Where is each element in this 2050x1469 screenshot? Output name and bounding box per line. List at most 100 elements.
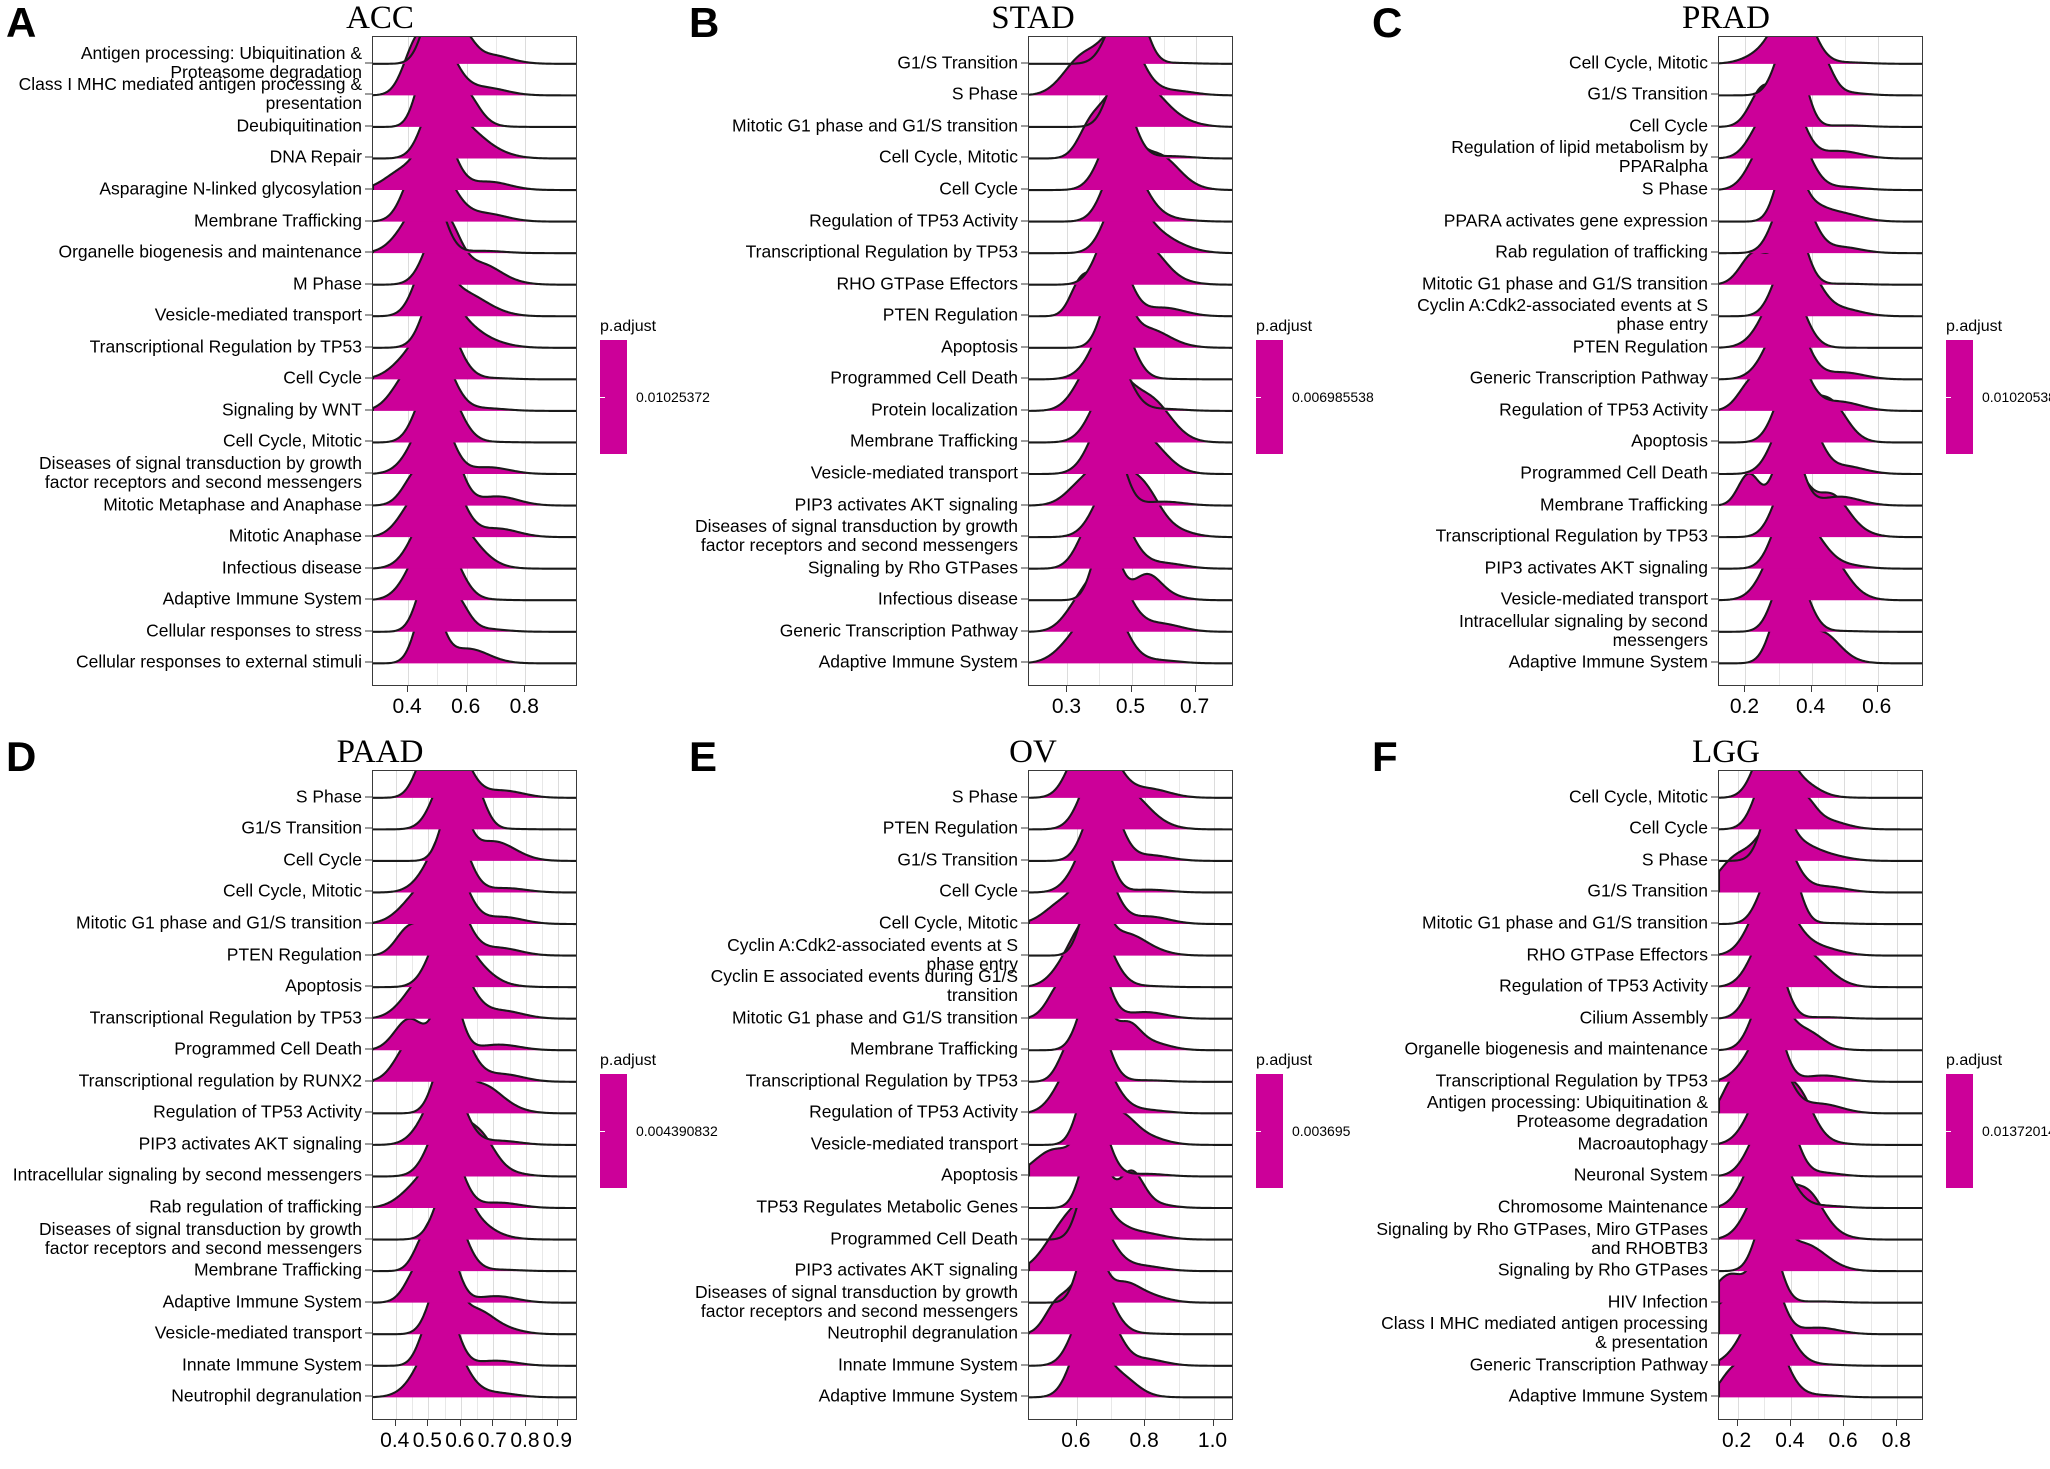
category-label: G1/S Transition <box>897 849 1018 870</box>
category-tick-mark <box>365 472 372 474</box>
category-tick-mark <box>365 377 372 379</box>
category-label: Vesicle-mediated transport <box>1500 588 1708 609</box>
category-label: Generic Transcription Pathway <box>1469 367 1708 388</box>
legend-colorbar-wrap: 0.01025372 <box>600 340 710 454</box>
category-label: Regulation of TP53 Activity <box>809 1101 1018 1122</box>
category-tick-mark <box>365 1238 372 1240</box>
category-tick-mark <box>365 1048 372 1050</box>
category-label: Organelle biogenesis and maintenance <box>1404 1038 1708 1059</box>
ridge-density-curves <box>1029 37 1232 665</box>
category-label: Innate Immune System <box>182 1354 362 1375</box>
x-tick-label: 0.6 <box>451 695 481 718</box>
category-label: Infectious disease <box>877 588 1018 609</box>
legend-title: p.adjust <box>1256 1052 1313 1069</box>
category-tick-mark <box>365 251 372 253</box>
ridge-fill <box>1029 37 1232 64</box>
category-label: Diseases of signal transduction by growt… <box>39 453 362 492</box>
category-label: Adaptive Immune System <box>818 1385 1018 1406</box>
category-label: Cell Cycle, Mitotic <box>878 912 1018 933</box>
legend-padjust-lgg: p.adjust 0.01372014 <box>1946 1052 2050 1188</box>
category-label: DNA Repair <box>269 146 362 167</box>
category-label: Class I MHC mediated antigen processing … <box>18 74 362 114</box>
legend-notch-left <box>1256 397 1261 398</box>
category-tick-mark <box>365 1301 372 1303</box>
category-tick-mark <box>1021 125 1028 127</box>
x-tick-mark <box>1066 686 1068 692</box>
category-label: M Phase <box>292 273 362 294</box>
category-label: Cilium Assembly <box>1579 1007 1708 1028</box>
category-label: Macroautophagy <box>1577 1133 1708 1154</box>
category-tick-mark <box>365 922 372 924</box>
category-tick-mark <box>1021 314 1028 316</box>
category-label: Cell Cycle <box>283 849 362 870</box>
category-label: Cell Cycle <box>939 178 1018 199</box>
x-tick-mark <box>1194 686 1196 692</box>
category-tick-mark <box>365 630 372 632</box>
category-label: Cell Cycle, Mitotic <box>878 146 1018 167</box>
x-tick-mark <box>1896 1420 1898 1426</box>
category-tick-mark <box>365 283 372 285</box>
legend-title: p.adjust <box>1946 318 2003 335</box>
category-tick-mark <box>1711 1364 1718 1366</box>
category-tick-mark <box>1021 922 1028 924</box>
x-tick-label: 0.5 <box>412 1429 442 1452</box>
category-tick-mark <box>1711 598 1718 600</box>
x-tick-mark <box>465 686 467 692</box>
category-label: Vesicle-mediated transport <box>154 1322 362 1343</box>
legend-padjust-stad: p.adjust 0.006985538 <box>1256 318 1374 454</box>
panel-paad: D PAAD S Phase G1/S Transition Cell Cycle Cel… <box>0 734 718 1468</box>
ridge-fill <box>373 37 576 64</box>
category-label: PIP3 activates AKT signaling <box>794 494 1018 515</box>
legend-colorbar-wrap: 0.01372014 <box>1946 1074 2050 1188</box>
category-label: PIP3 activates AKT signaling <box>138 1133 362 1154</box>
category-tick-mark <box>1021 954 1028 956</box>
panel-title-stad: STAD <box>991 0 1075 36</box>
category-label: Transcriptional Regulation by TP53 <box>89 336 362 357</box>
x-tick-mark <box>1843 1420 1845 1426</box>
category-tick-mark <box>365 1017 372 1019</box>
category-tick-mark <box>1021 1143 1028 1145</box>
panel-title-lgg: LGG <box>1692 734 1760 770</box>
plot-area-acc <box>372 36 577 686</box>
category-label: S Phase <box>1641 178 1708 199</box>
category-tick-mark <box>1021 567 1028 569</box>
category-label: Signaling by Rho GTPases <box>807 557 1018 578</box>
category-label: Deubiquitination <box>236 115 362 136</box>
category-tick-mark <box>365 1080 372 1082</box>
category-label: HIV Infection <box>1607 1291 1708 1312</box>
x-tick-mark <box>1075 1420 1077 1426</box>
legend-padjust-prad: p.adjust 0.01020538 <box>1946 318 2050 454</box>
category-label: Asparagine N-linked glycosylation <box>99 178 362 199</box>
category-label: TP53 Regulates Metabolic Genes <box>756 1196 1018 1217</box>
category-label: PIP3 activates AKT signaling <box>1484 557 1708 578</box>
category-label: Innate Immune System <box>838 1354 1018 1375</box>
category-label: Vesicle-mediated transport <box>810 1133 1018 1154</box>
category-label: Mitotic G1 phase and G1/S transition <box>732 1007 1018 1028</box>
category-tick-mark <box>1711 1017 1718 1019</box>
x-tick-label: 0.4 <box>392 695 422 718</box>
category-tick-mark <box>1021 1269 1028 1271</box>
category-label: S Phase <box>951 786 1018 807</box>
x-tick-label: 1.0 <box>1197 1429 1228 1452</box>
category-label: Mitotic G1 phase and G1/S transition <box>732 115 1018 136</box>
category-label: PTEN Regulation <box>226 944 362 965</box>
legend-value: 0.006985538 <box>1292 389 1374 405</box>
category-tick-mark <box>365 567 372 569</box>
figure-root: A ACC Antigen processing: Ubiquitination &… <box>0 0 2050 1469</box>
category-tick-mark <box>365 859 372 861</box>
category-label: Vesicle-mediated transport <box>154 304 362 325</box>
category-label: Organelle biogenesis and maintenance <box>58 241 362 262</box>
category-tick-mark <box>1021 440 1028 442</box>
category-label: PTEN Regulation <box>882 304 1018 325</box>
legend-notch-left <box>1256 1131 1261 1132</box>
category-tick-mark <box>365 1206 372 1208</box>
category-tick-mark <box>1711 156 1718 158</box>
category-tick-mark <box>365 188 372 190</box>
x-tick-mark <box>459 1420 461 1426</box>
category-label: Regulation of TP53 Activity <box>153 1101 362 1122</box>
category-tick-mark <box>1021 827 1028 829</box>
category-label: Membrane Trafficking <box>850 430 1018 451</box>
category-label: G1/S Transition <box>241 817 362 838</box>
category-tick-mark <box>365 1395 372 1397</box>
legend-value: 0.01020538 <box>1982 389 2050 405</box>
